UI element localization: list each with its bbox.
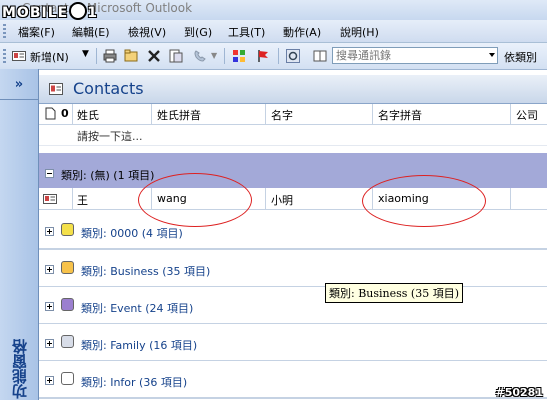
contact-card-icon xyxy=(12,51,26,61)
column-header-first-name[interactable]: 名字 xyxy=(271,107,293,123)
by-category-label[interactable]: 依類別 xyxy=(504,49,537,65)
nav-pane-label[interactable]: 功能窗格 xyxy=(9,339,29,399)
delete-icon[interactable] xyxy=(147,49,161,63)
toolbar-separator xyxy=(96,48,97,64)
expand-nav-pane-button[interactable]: » xyxy=(0,77,38,92)
categorize-icon[interactable] xyxy=(232,49,246,63)
folder-title: Contacts xyxy=(73,79,144,98)
column-divider xyxy=(72,188,73,209)
nav-divider xyxy=(0,99,38,100)
move-to-folder-icon[interactable] xyxy=(124,49,138,63)
toolbar-separator xyxy=(224,48,225,64)
group-header-none[interactable]: 類別: (無) (1 項目) xyxy=(39,153,547,188)
send-receive-icon[interactable] xyxy=(286,49,300,63)
dial-dropdown-icon[interactable]: ▼ xyxy=(211,51,217,60)
group-label: 類別: Event (24 項目) xyxy=(81,302,194,315)
column-divider[interactable] xyxy=(151,104,152,124)
search-contacts-box[interactable] xyxy=(332,47,498,64)
cell-last-name: 王 xyxy=(77,194,88,207)
attachment-column-icon[interactable]: 0 xyxy=(61,107,69,120)
column-divider xyxy=(510,188,511,209)
dial-phone-icon[interactable] xyxy=(193,49,207,63)
group-label: 類別: Infor (36 項目) xyxy=(81,376,188,389)
column-header-last-name-pinyin[interactable]: 姓氏拼音 xyxy=(157,107,201,123)
menu-go[interactable]: 到(G) xyxy=(184,24,212,40)
menu-grip-icon[interactable] xyxy=(3,24,6,38)
expand-group-icon[interactable] xyxy=(45,302,54,311)
group-label: 類別: (無) (1 項目) xyxy=(61,169,155,182)
contact-card-icon xyxy=(43,194,57,204)
group-label: 類別: Family (16 項目) xyxy=(81,339,198,352)
new-item-row[interactable]: 請按一下這... xyxy=(39,125,547,146)
watermark: #50281 xyxy=(495,386,544,399)
follow-up-flag-icon[interactable] xyxy=(256,49,270,63)
collapse-group-icon[interactable] xyxy=(45,169,54,178)
new-item-placeholder[interactable]: 請按一下這... xyxy=(77,128,143,144)
menu-edit[interactable]: 編輯(E) xyxy=(72,24,110,40)
print-icon[interactable] xyxy=(103,49,117,63)
category-color-swatch xyxy=(61,261,74,274)
site-logo: MOBILE 1 xyxy=(2,2,98,21)
group-header-infor[interactable]: 類別: Infor (36 項目) xyxy=(39,361,547,399)
new-button-label: 新增(N) xyxy=(30,51,69,64)
item-type-icon[interactable] xyxy=(45,107,56,120)
search-dropdown-icon[interactable] xyxy=(489,53,495,57)
category-color-swatch xyxy=(61,298,74,311)
new-dropdown-icon[interactable]: ▼ xyxy=(82,49,89,59)
category-color-swatch xyxy=(61,372,74,385)
menu-help[interactable]: 說明(H) xyxy=(340,24,379,40)
column-header-company[interactable]: 公司 xyxy=(516,107,538,123)
menu-file[interactable]: 檔案(F) xyxy=(18,24,55,40)
column-divider[interactable] xyxy=(265,104,266,124)
menu-tools[interactable]: 工具(T) xyxy=(228,24,265,40)
toolbar-grip-icon[interactable] xyxy=(3,49,6,63)
address-book-lookup-icon[interactable] xyxy=(313,49,327,63)
navigation-pane: » 功能窗格 xyxy=(0,69,39,400)
expand-group-icon[interactable] xyxy=(45,339,54,348)
column-header-last-name[interactable]: 姓氏 xyxy=(77,107,99,123)
column-divider xyxy=(265,188,266,209)
group-header-family[interactable]: 類別: Family (16 項目) xyxy=(39,324,547,362)
contacts-folder-icon xyxy=(49,83,63,95)
group-label: 類別: 0000 (4 項目) xyxy=(81,227,183,240)
menu-bar: 檔案(F) 編輯(E) 檢視(V) 到(G) 工具(T) 動作(A) 說明(H) xyxy=(0,20,547,43)
category-color-swatch xyxy=(61,335,74,348)
column-divider[interactable] xyxy=(72,104,73,124)
expand-group-icon[interactable] xyxy=(45,376,54,385)
menu-actions[interactable]: 動作(A) xyxy=(283,24,321,40)
new-button[interactable]: 新增(N) ▼ xyxy=(10,47,90,65)
toolbar-separator xyxy=(278,48,279,64)
group-header-business[interactable]: 類別: Business (35 項目) xyxy=(39,250,547,288)
category-color-swatch xyxy=(61,223,74,236)
expand-group-icon[interactable] xyxy=(45,227,54,236)
group-label: 類別: Business (35 項目) xyxy=(81,265,211,278)
group-tooltip: 類別: Business (35 項目) xyxy=(325,283,463,303)
folder-header: Contacts xyxy=(39,75,547,104)
group-header-event[interactable]: 類別: Event (24 項目) xyxy=(39,287,547,325)
column-header-first-name-pinyin[interactable]: 名字拼音 xyxy=(378,107,422,123)
highlight-ellipse xyxy=(362,175,486,227)
address-book-icon[interactable] xyxy=(169,49,183,63)
expand-group-icon[interactable] xyxy=(45,265,54,274)
column-header-row: 0 姓氏 姓氏拼音 名字 名字拼音 公司 xyxy=(39,104,547,125)
cell-first-name: 小明 xyxy=(271,194,293,207)
column-divider[interactable] xyxy=(372,104,373,124)
standard-toolbar: 新增(N) ▼ ▼ 依類別 xyxy=(0,43,547,70)
search-contacts-input[interactable] xyxy=(333,48,486,62)
menu-view[interactable]: 檢視(V) xyxy=(128,24,166,40)
highlight-ellipse xyxy=(138,173,252,227)
column-divider[interactable] xyxy=(510,104,511,124)
